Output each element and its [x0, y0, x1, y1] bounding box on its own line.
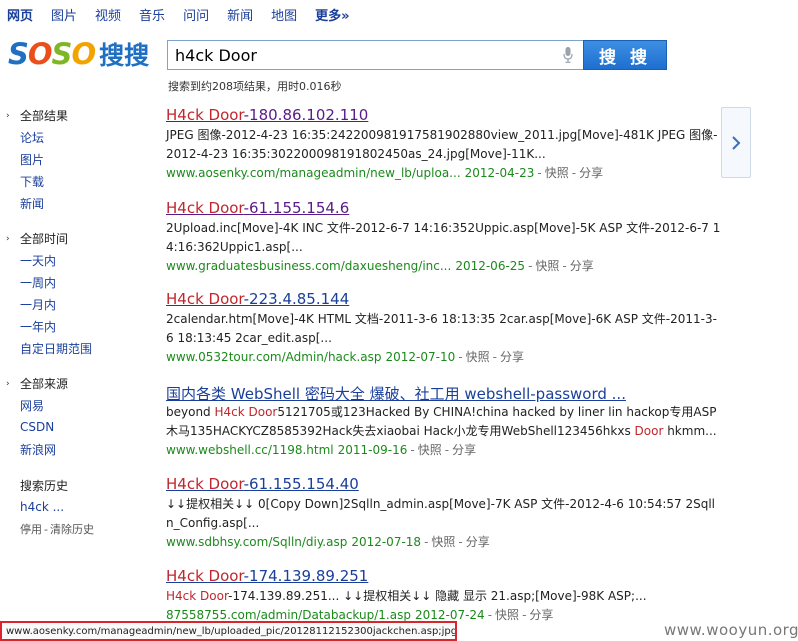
result-title-link[interactable]: H4ck Door-174.139.89.251: [166, 567, 721, 587]
nav-music[interactable]: 音乐: [139, 5, 165, 24]
search-result: H4ck Door-61.155.154.40 ↓↓提权相关↓↓ 0[Copy …: [166, 475, 721, 552]
history-sep: -: [44, 522, 48, 536]
filter-head-all-sources[interactable]: › 全部来源: [6, 373, 156, 394]
logo-chinese: 搜搜: [99, 41, 150, 70]
filter-head-all-results[interactable]: › 全部结果: [6, 105, 156, 126]
nav-images[interactable]: 图片: [51, 5, 77, 24]
chevron-right-icon: ›: [6, 233, 10, 244]
result-meta: www.sdbhsy.com/Sqlln/diy.asp 2012-07-18- 快…: [166, 535, 490, 549]
history-item[interactable]: h4ck ...: [6, 496, 156, 518]
search-result: H4ck Door-61.155.154.6 2Upload.inc[Move]…: [166, 199, 721, 276]
chevron-right-icon: ›: [6, 378, 10, 389]
search-result: 国内各类 WebShell 密码大全 爆破、社工用 webshell-passw…: [166, 383, 721, 460]
search-result: H4ck Door-174.139.89.251 H4ck Door-174.1…: [166, 567, 721, 625]
search-input[interactable]: [175, 45, 555, 65]
filter-one-year[interactable]: 一年内: [6, 315, 156, 337]
share-link[interactable]: 分享: [570, 259, 594, 273]
filter-netease[interactable]: 网易: [6, 394, 156, 416]
browser-status-bar: www.aosenky.com/manageadmin/new_lb/uploa…: [0, 621, 457, 641]
filter-one-month[interactable]: 一月内: [6, 293, 156, 315]
result-url[interactable]: www.webshell.cc/1198.html: [166, 443, 334, 457]
search-result: H4ck Door-223.4.85.144 2calendar.htm[Mov…: [166, 290, 721, 367]
filter-custom-date[interactable]: 自定日期范围: [6, 337, 156, 359]
preview-next-button[interactable]: [721, 107, 751, 178]
nav-map[interactable]: 地图: [271, 5, 297, 24]
filter-group-source: › 全部来源 网易 CSDN 新浪网: [6, 373, 156, 460]
result-url[interactable]: www.sdbhsy.com/Sqlln/diy.asp: [166, 535, 347, 549]
share-link[interactable]: 分享: [529, 608, 553, 622]
nav-more[interactable]: 更多»: [315, 5, 349, 24]
share-link[interactable]: 分享: [466, 535, 490, 549]
history-actions: 停用 - 清除历史: [6, 518, 156, 540]
result-meta: www.aosenky.com/manageadmin/new_lb/uploa…: [166, 166, 604, 180]
sidebar-filters: › 全部结果 论坛 图片 下载 新闻 › 全部时间 一天内 一周内 一月内 一年内 …: [6, 105, 156, 554]
share-link[interactable]: 分享: [579, 166, 603, 180]
filter-download[interactable]: 下载: [6, 170, 156, 192]
logo-wordmark: SOSO: [8, 37, 96, 71]
result-date: 2012-04-23: [464, 166, 535, 180]
filter-forum[interactable]: 论坛: [6, 126, 156, 148]
result-title-link[interactable]: 国内各类 WebShell 密码大全 爆破、社工用 webshell-passw…: [166, 383, 721, 403]
result-snippet: H4ck Door-174.139.89.251... ↓↓提权相关↓↓ 隐藏 …: [166, 589, 647, 603]
result-date: 2012-07-10: [385, 350, 456, 364]
result-title-link[interactable]: H4ck Door-61.155.154.40: [166, 475, 721, 495]
filter-head-all-time[interactable]: › 全部时间: [6, 228, 156, 249]
search-history: 搜索历史 h4ck ... 停用 - 清除历史: [6, 474, 156, 540]
result-snippet: beyond H4ck Door5121705或123Hacked By CHI…: [166, 405, 717, 438]
share-link[interactable]: 分享: [500, 350, 524, 364]
filter-csdn[interactable]: CSDN: [6, 416, 156, 438]
result-title-link[interactable]: H4ck Door-180.86.102.110: [166, 106, 721, 126]
cache-link[interactable]: 快照: [495, 608, 519, 622]
result-url[interactable]: www.graduatesbusiness.com/daxuesheng/inc…: [166, 259, 451, 273]
chevron-right-icon: ›: [6, 110, 10, 121]
share-link[interactable]: 分享: [452, 443, 476, 457]
result-snippet: 2calendar.htm[Move]-4K HTML 文档-2011-3-6 …: [166, 312, 717, 345]
result-title-link[interactable]: H4ck Door-223.4.85.144: [166, 290, 721, 310]
result-meta: www.0532tour.com/Admin/hack.asp 2012-07-1…: [166, 350, 524, 364]
top-nav: 网页 图片 视频 音乐 问问 新闻 地图 更多»: [0, 0, 798, 28]
filter-one-day[interactable]: 一天内: [6, 249, 156, 271]
result-meta: www.webshell.cc/1198.html 2011-09-16- 快照 - 分…: [166, 443, 477, 457]
filter-group-time: › 全部时间 一天内 一周内 一月内 一年内 自定日期范围: [6, 228, 156, 359]
result-date: 2012-07-24: [414, 608, 485, 622]
nav-video[interactable]: 视频: [95, 5, 121, 24]
filter-one-week[interactable]: 一周内: [6, 271, 156, 293]
disable-history-link[interactable]: 停用: [20, 521, 42, 537]
search-button[interactable]: 搜 搜: [583, 40, 667, 70]
nav-news[interactable]: 新闻: [227, 5, 253, 24]
result-date: 2011-09-16: [337, 443, 408, 457]
result-stats: 搜索到约208项结果，用时0.016秒: [168, 80, 342, 93]
nav-wenwen[interactable]: 问问: [183, 5, 209, 24]
microphone-icon[interactable]: [563, 47, 573, 63]
result-meta: www.graduatesbusiness.com/daxuesheng/inc…: [166, 259, 594, 273]
result-date: 2012-07-18: [351, 535, 422, 549]
cache-link[interactable]: 快照: [545, 166, 569, 180]
cache-link[interactable]: 快照: [418, 443, 442, 457]
search-result: H4ck Door-180.86.102.110 JPEG 图像-2012-4-…: [166, 106, 721, 183]
filter-group-type: › 全部结果 论坛 图片 下载 新闻: [6, 105, 156, 214]
filter-images[interactable]: 图片: [6, 148, 156, 170]
result-url[interactable]: 87558755.com/admin/Databackup/1.asp: [166, 608, 411, 622]
filter-sina[interactable]: 新浪网: [6, 438, 156, 460]
result-snippet: JPEG 图像-2012-4-23 16:35:2422009819175819…: [166, 128, 718, 161]
cache-link[interactable]: 快照: [535, 259, 559, 273]
soso-logo[interactable]: SOSO 搜搜: [8, 37, 150, 71]
result-snippet: ↓↓提权相关↓↓ 0[Copy Down]2Sqlln_admin.asp[Mo…: [166, 497, 715, 530]
search-box: [167, 40, 583, 70]
search-history-head: 搜索历史: [20, 478, 69, 493]
clear-history-link[interactable]: 清除历史: [50, 521, 94, 537]
filter-news[interactable]: 新闻: [6, 192, 156, 214]
result-date: 2012-06-25: [455, 259, 526, 273]
result-snippet: 2Upload.inc[Move]-4K INC 文件-2012-6-7 14:…: [166, 221, 721, 254]
nav-web[interactable]: 网页: [7, 5, 33, 24]
cache-link[interactable]: 快照: [466, 350, 490, 364]
watermark: www.wooyun.org: [664, 621, 798, 639]
result-url[interactable]: www.aosenky.com/manageadmin/new_lb/uploa…: [166, 166, 461, 180]
chevron-right-icon: [732, 135, 741, 150]
result-url[interactable]: www.0532tour.com/Admin/hack.asp: [166, 350, 382, 364]
result-title-link[interactable]: H4ck Door-61.155.154.6: [166, 199, 721, 219]
cache-link[interactable]: 快照: [431, 535, 455, 549]
